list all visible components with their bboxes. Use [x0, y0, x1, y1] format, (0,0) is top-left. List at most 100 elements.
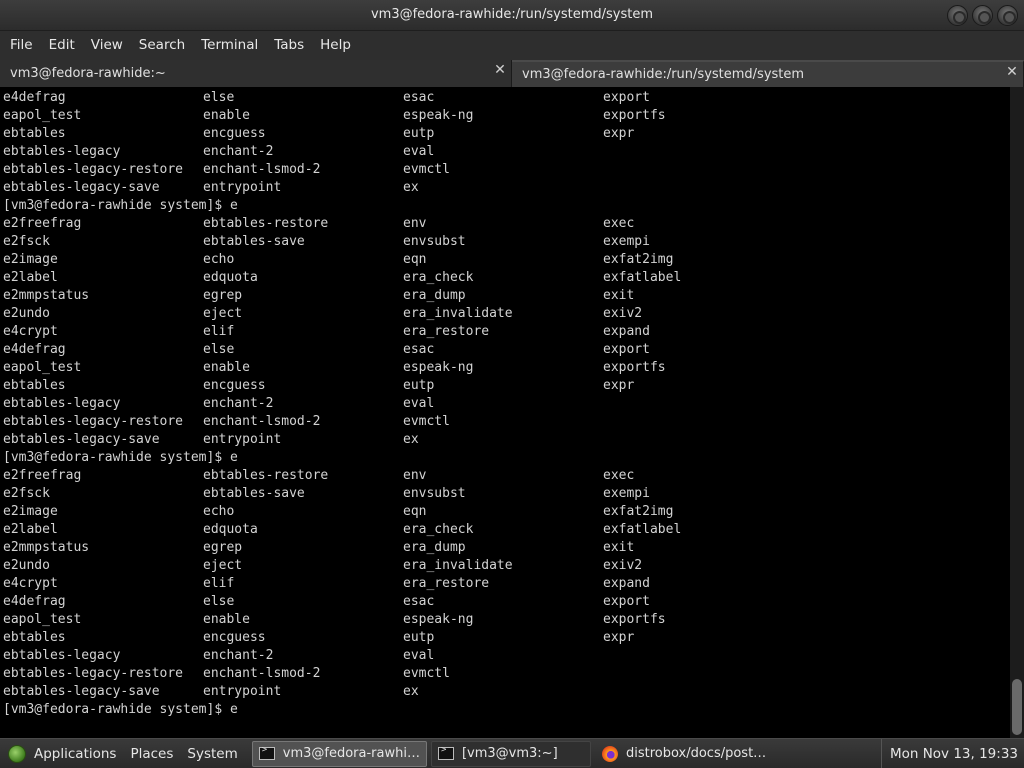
completion-row: e2label edquota era_check exfatlabel: [0, 269, 1010, 287]
completion-row: ebtables-legacy-restore enchant-lsmod-2 ev…: [0, 665, 1010, 683]
completion-item: enchant-2: [203, 648, 274, 663]
completion-item: esac: [403, 594, 435, 609]
completion-item: eval: [403, 648, 435, 663]
completion-item: exempi: [603, 486, 650, 501]
completion-item: exempi: [603, 234, 650, 249]
completion-item: ebtables-legacy: [3, 144, 121, 159]
completion-item: e2undo: [3, 306, 50, 321]
completion-item: exfatlabel: [603, 270, 682, 285]
menu-help[interactable]: Help: [312, 31, 359, 60]
completion-item: e2fsck: [3, 234, 50, 249]
completion-item: evmctl: [403, 666, 450, 681]
completion-item: ebtables-restore: [203, 468, 329, 483]
completion-item: enable: [203, 360, 250, 375]
tab-label: vm3@fedora-rawhide:/run/systemd/system: [522, 67, 805, 82]
completion-item: era_restore: [403, 324, 490, 339]
completion-item: espeak-ng: [403, 612, 474, 627]
completion-row: e2freefrag ebtables-restore env exec: [0, 215, 1010, 233]
completion-item: eapol_test: [3, 108, 82, 123]
completion-row: e4defrag else esac export: [0, 341, 1010, 359]
completion-item: exportfs: [603, 108, 666, 123]
completion-item: e2mmpstatus: [3, 288, 90, 303]
completion-item: ex: [403, 684, 419, 699]
menu-file[interactable]: File: [2, 31, 41, 60]
fedora-logo-icon: [8, 744, 26, 763]
task-terminal-fedora[interactable]: vm3@fedora-rawhi…: [251, 740, 427, 767]
completion-item: elif: [203, 324, 235, 339]
completion-item: edquota: [203, 270, 258, 285]
tab-systemd[interactable]: vm3@fedora-rawhide:/run/systemd/system ✕: [512, 60, 1024, 87]
completion-item: echo: [203, 252, 235, 267]
completion-item: exportfs: [603, 360, 666, 375]
system-menu[interactable]: System: [187, 739, 245, 768]
completion-item: enable: [203, 612, 250, 627]
places-menu[interactable]: Places: [130, 739, 181, 768]
completion-item: esac: [403, 342, 435, 357]
task-terminal-vm3[interactable]: [vm3@vm3:~]: [430, 740, 591, 767]
task-firefox[interactable]: distrobox/docs/post…: [595, 741, 773, 767]
completion-item: exiv2: [603, 306, 643, 321]
tab-home[interactable]: vm3@fedora-rawhide:~ ✕: [0, 60, 512, 87]
scrollbar-thumb[interactable]: [1012, 679, 1022, 735]
completion-item: exfatlabel: [603, 522, 682, 537]
completion-item: ebtables-legacy-restore: [3, 162, 184, 177]
menu-search[interactable]: Search: [131, 31, 193, 60]
task-label: vm3@fedora-rawhi…: [282, 746, 420, 761]
completion-item: export: [603, 342, 650, 357]
maximize-button[interactable]: [972, 5, 993, 26]
close-window-button[interactable]: [997, 5, 1018, 26]
completion-item: encguess: [203, 378, 266, 393]
completion-item: e2fsck: [3, 486, 50, 501]
completion-item: evmctl: [403, 414, 450, 429]
completion-item: e2image: [3, 252, 58, 267]
completion-item: else: [203, 90, 235, 105]
completion-item: esac: [403, 90, 435, 105]
completion-item: exfat2img: [603, 252, 674, 267]
completion-item: e2freefrag: [3, 216, 82, 231]
menu-view[interactable]: View: [83, 31, 131, 60]
terminal-output[interactable]: e4defrag else esac export eapol_testenable es…: [0, 87, 1010, 738]
applications-menu[interactable]: Applications: [0, 739, 130, 768]
clock[interactable]: Mon Nov 13, 19:33: [880, 739, 1024, 768]
completion-item: expr: [603, 126, 635, 141]
menu-edit[interactable]: Edit: [41, 31, 83, 60]
completion-item: exit: [603, 540, 635, 555]
completion-item: eqn: [403, 504, 427, 519]
completion-item: export: [603, 90, 650, 105]
completion-row: ebtables-legacy enchant-2 eval: [0, 647, 1010, 665]
completion-row: ebtables encguess eutp expr: [0, 125, 1010, 143]
completion-item: export: [603, 594, 650, 609]
completion-item: exit: [603, 288, 635, 303]
menu-bar: File Edit View Search Terminal Tabs Help: [0, 31, 1024, 60]
completion-row: e2mmpstatus egrep era_dump exit: [0, 287, 1010, 305]
completion-item: e4defrag: [3, 342, 66, 357]
menu-tabs[interactable]: Tabs: [266, 31, 312, 60]
close-icon[interactable]: ✕: [1005, 65, 1019, 79]
completion-item: entrypoint: [203, 432, 282, 447]
close-icon[interactable]: ✕: [493, 63, 507, 77]
completion-item: egrep: [203, 288, 243, 303]
completion-item: era_restore: [403, 576, 490, 591]
completion-item: e4defrag: [3, 594, 66, 609]
window-titlebar[interactable]: vm3@fedora-rawhide:/run/systemd/system: [0, 0, 1024, 31]
menu-terminal[interactable]: Terminal: [193, 31, 266, 60]
completion-item: ex: [403, 432, 419, 447]
prompt-line: [vm3@fedora-rawhide system]$ e: [3, 702, 238, 717]
completion-row: e2undo eject era_invalidate exiv2: [0, 557, 1010, 575]
minimize-button[interactable]: [947, 5, 968, 26]
completion-item: enchant-lsmod-2: [203, 414, 321, 429]
completion-row: e2fsck ebtables-save envsubst exempi: [0, 233, 1010, 251]
completion-item: exec: [603, 468, 635, 483]
terminal-scrollbar[interactable]: [1010, 87, 1024, 738]
completion-row: ebtables-legacy enchant-2 eval: [0, 143, 1010, 161]
completion-item: expr: [603, 630, 635, 645]
completion-row: ebtables-legacy-restore enchant-lsmod-2 ev…: [0, 413, 1010, 431]
completion-item: e2image: [3, 504, 58, 519]
completion-row: e2image echo eqn exfat2img: [0, 251, 1010, 269]
completion-item: era_dump: [403, 540, 466, 555]
completion-item: era_check: [403, 270, 474, 285]
completion-row: ebtables-legacy-save entrypoint ex: [0, 179, 1010, 197]
completion-item: ebtables-legacy-save: [3, 684, 160, 699]
completion-item: e4crypt: [3, 324, 58, 339]
completion-item: encguess: [203, 126, 266, 141]
